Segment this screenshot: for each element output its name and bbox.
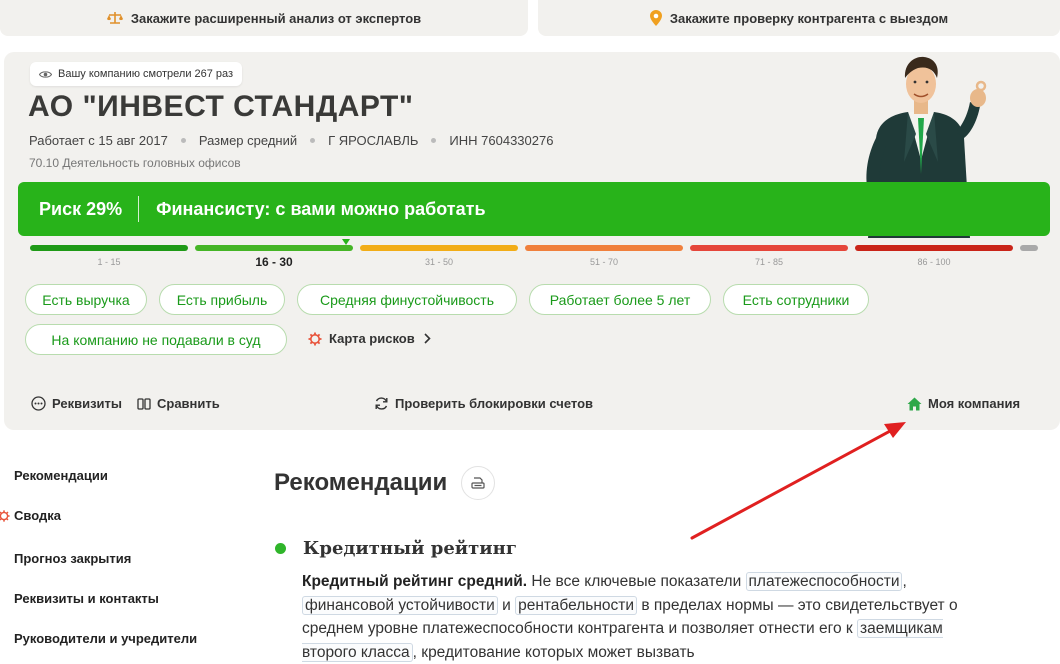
link-profitability[interactable]: рентабельности xyxy=(515,595,638,615)
tag-profit[interactable]: Есть прибыль xyxy=(159,284,285,315)
risk-scale-label: 1 - 15 xyxy=(97,257,121,267)
order-onsite-check-label: Закажите проверку контрагента с выездом xyxy=(669,10,949,26)
order-expert-analysis-button[interactable]: Закажите расширенный анализ от экспертов xyxy=(0,0,528,36)
tag-works-5-years[interactable]: Работает более 5 лет xyxy=(529,284,711,315)
risk-scale-segment xyxy=(1020,245,1038,251)
risk-scale-segment: 31 - 50 xyxy=(360,245,518,267)
home-icon xyxy=(907,397,922,411)
risk-banner: Риск 29% Финансисту: с вами можно работа… xyxy=(18,182,1050,236)
risk-scale-segment: 1 - 15 xyxy=(30,245,188,267)
check-blocks-label: Проверить блокировки счетов xyxy=(395,396,594,411)
company-name: АО "ИНВЕСТ СТАНДАРТ" xyxy=(28,90,414,123)
refresh-icon xyxy=(374,396,389,411)
location-pin-icon xyxy=(649,10,662,26)
check-blocks-button[interactable]: Проверить блокировки счетов xyxy=(374,396,593,411)
details-button[interactable]: Реквизиты xyxy=(31,396,122,411)
risk-scale-segment: 71 - 85 xyxy=(690,245,848,267)
order-expert-analysis-label: Закажите расширенный анализ от экспертов xyxy=(130,10,422,26)
company-actions: Реквизиты Сравнить Проверить блокировки … xyxy=(4,390,1060,420)
page-title: Рекомендации xyxy=(274,466,496,500)
print-icon xyxy=(471,477,485,489)
risk-scale-segment: 51 - 70 xyxy=(525,245,683,267)
risk-scale-label: 86 - 100 xyxy=(917,257,951,267)
page-title-text: Рекомендации xyxy=(274,469,448,496)
risk-scale-label: 51 - 70 xyxy=(589,257,619,267)
views-badge: Вашу компанию смотрели 267 раз xyxy=(30,62,243,86)
details-label: Реквизиты xyxy=(52,396,122,411)
company-since: Работает с 15 авг 2017 xyxy=(29,133,168,148)
sidebar-item-managers-founders[interactable]: Руководители и учредители xyxy=(14,631,197,646)
tag-revenue[interactable]: Есть выручка xyxy=(25,284,147,315)
risk-map-label: Карта рисков xyxy=(329,331,415,346)
sidebar-item-label: Руководители и учредители xyxy=(14,631,198,646)
company-size: Размер средний xyxy=(198,133,298,148)
para-text: , xyxy=(902,573,907,590)
risk-scale-label: 71 - 85 xyxy=(754,257,784,267)
views-count: Вашу компанию смотрели 267 раз xyxy=(58,68,234,80)
risk-scale: 1 - 15 16 - 30 31 - 50 51 - 70 71 - 85 8… xyxy=(30,239,1040,275)
risk-map-link[interactable]: Карта рисков xyxy=(308,331,431,346)
more-dots-icon xyxy=(31,396,46,411)
para-text: , кредитование которых может вызвать xyxy=(412,643,695,661)
eye-icon xyxy=(39,70,52,79)
sidebar-item-summary[interactable]: Сводка xyxy=(0,508,61,523)
company-city: Г ЯРОСЛАВЛЬ xyxy=(328,133,419,148)
tag-financial-stability[interactable]: Средняя финустойчивость xyxy=(297,284,517,315)
my-company-button[interactable]: Моя компания xyxy=(907,396,1020,411)
risk-scale-label: 31 - 50 xyxy=(424,257,454,267)
compare-label: Сравнить xyxy=(157,396,220,411)
print-button[interactable] xyxy=(461,466,496,500)
top-bar: Закажите расширенный анализ от экспертов… xyxy=(0,0,1060,36)
para-text: Не все ключевые показатели xyxy=(527,573,746,590)
section-title: Кредитный рейтинг xyxy=(274,538,517,559)
chevron-right-icon xyxy=(424,333,431,344)
separator-dot xyxy=(180,138,186,143)
risk-percent: Риск 29% xyxy=(18,196,140,222)
para-bold: Кредитный рейтинг средний. xyxy=(302,573,528,590)
link-solvency[interactable]: платежеспособности xyxy=(745,572,903,591)
tag-employees[interactable]: Есть сотрудники xyxy=(723,284,869,315)
risk-verdict: Финансисту: с вами можно работать xyxy=(156,198,486,219)
compare-icon xyxy=(137,397,151,411)
company-card: Вашу компанию смотрели 267 раз АО "ИНВЕС… xyxy=(4,52,1060,430)
scales-icon xyxy=(106,11,123,25)
sidebar-item-closure-forecast[interactable]: Прогноз закрытия xyxy=(14,551,131,566)
sidebar-item-label: Сводка xyxy=(14,508,61,523)
risk-scale-label: 16 - 30 xyxy=(255,255,293,269)
sidebar-item-recommendations[interactable]: Рекомендации xyxy=(14,468,108,483)
company-meta: Работает с 15 авг 2017 Размер средний Г … xyxy=(29,133,553,148)
sidebar-item-label: Реквизиты и контакты xyxy=(14,591,159,606)
separator-dot xyxy=(431,138,437,143)
sidebar-item-label: Рекомендации xyxy=(14,468,108,483)
credit-rating-paragraph: Кредитный рейтинг средний. Не все ключев… xyxy=(302,570,982,664)
company-inn: ИНН 7604330276 xyxy=(449,133,554,148)
tag-no-lawsuits[interactable]: На компанию не подавали в суд xyxy=(25,324,287,355)
my-company-label: Моя компания xyxy=(928,396,1021,411)
gear-icon xyxy=(0,509,10,522)
para-text: и xyxy=(497,596,516,614)
sidebar-item-details-contacts[interactable]: Реквизиты и контакты xyxy=(14,591,159,606)
separator-dot xyxy=(310,138,316,143)
section-title-text: Кредитный рейтинг xyxy=(303,538,517,559)
green-bullet-icon xyxy=(275,543,286,554)
risk-scale-segment: 86 - 100 xyxy=(855,245,1013,267)
link-financial-stability[interactable]: финансовой устойчивости xyxy=(302,595,498,615)
order-onsite-check-button[interactable]: Закажите проверку контрагента с выездом xyxy=(538,0,1060,36)
risk-scale-segment-active: 16 - 30 xyxy=(195,245,353,269)
sidebar-item-label: Прогноз закрытия xyxy=(14,551,132,566)
company-okved: 70.10 Деятельность головных офисов xyxy=(29,156,241,170)
compare-button[interactable]: Сравнить xyxy=(137,396,220,411)
gear-icon xyxy=(308,332,322,346)
